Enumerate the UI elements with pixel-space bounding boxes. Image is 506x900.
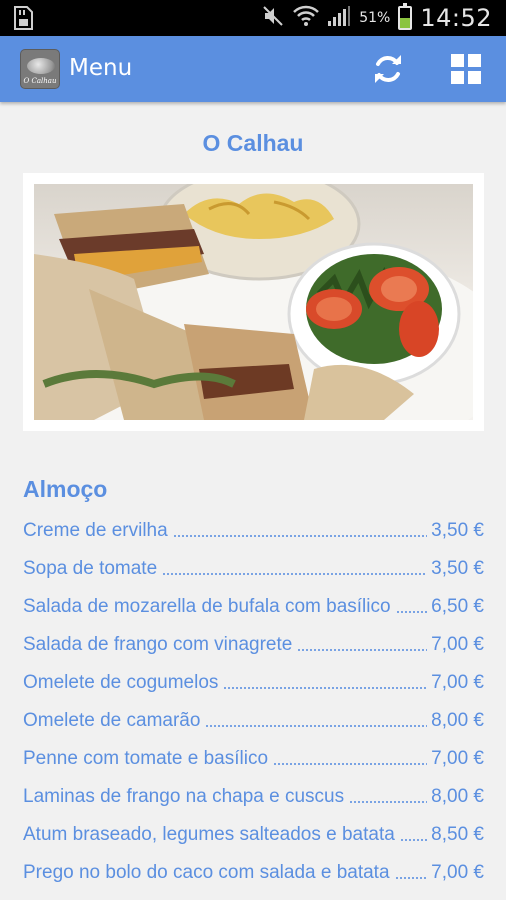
clock: 14:52 <box>420 4 492 32</box>
menu-item[interactable]: Penne com tomate e basílico 7,00 € <box>23 740 484 778</box>
logo-text: O Calhau <box>23 77 57 85</box>
menu-item[interactable]: Salada de frango com vinagrete 7,00 € <box>23 626 484 664</box>
menu-item-name: Salada de mozarella de bufala com basíli… <box>23 596 391 617</box>
menu-item-price: 3,50 € <box>431 520 484 541</box>
menu-item-name: Omelete de cogumelos <box>23 672 219 693</box>
dot-leader <box>395 609 428 615</box>
dot-leader <box>394 875 428 881</box>
menu-item-price: 8,00 € <box>431 710 484 731</box>
menu-item[interactable]: Salada de mozarella de bufala com basíli… <box>23 588 484 626</box>
signal-icon <box>327 5 351 31</box>
food-photo <box>34 184 473 420</box>
section-title: Almoço <box>23 476 108 502</box>
dot-leader <box>172 533 428 539</box>
menu-item-name: Salada de frango com vinagrete <box>23 634 293 655</box>
food-photo-frame <box>23 173 484 431</box>
dot-leader <box>223 685 428 691</box>
menu-item-name: Creme de ervilha <box>23 520 168 541</box>
dot-leader <box>399 837 428 843</box>
refresh-icon <box>375 55 401 83</box>
status-bar: 51% 14:52 <box>0 0 506 36</box>
menu-item[interactable]: Creme de ervilha 3,50 € <box>23 512 484 550</box>
battery-icon <box>398 3 413 30</box>
restaurant-name: O Calhau <box>202 130 304 156</box>
menu-item-name: Laminas de frango na chapa e cuscus <box>23 786 345 807</box>
menu-item[interactable]: Atum braseado, legumes salteados e batat… <box>23 816 484 854</box>
menu-item-price: 7,00 € <box>431 672 484 693</box>
wifi-icon <box>293 5 320 31</box>
menu-item-price: 8,50 € <box>431 824 484 845</box>
sd-card-icon <box>10 5 36 31</box>
refresh-button[interactable] <box>368 49 408 89</box>
mute-icon <box>261 4 285 32</box>
menu-item[interactable]: Omelete de camarão 8,00 € <box>23 702 484 740</box>
menu-item[interactable]: Omelete de cogumelos 7,00 € <box>23 664 484 702</box>
menu-item-name: Prego no bolo do caco com salada e batat… <box>23 862 390 883</box>
menu-item-price: 8,00 € <box>431 786 484 807</box>
menu-item-price: 6,50 € <box>431 596 484 617</box>
stone-icon <box>27 58 55 74</box>
dot-leader <box>273 761 428 767</box>
menu-item-price: 7,00 € <box>431 748 484 769</box>
grid-button[interactable] <box>446 49 486 89</box>
menu-item-name: Atum braseado, legumes salteados e batat… <box>23 824 395 845</box>
menu-item[interactable]: Sopa de tomate 3,50 € <box>23 550 484 588</box>
dot-leader <box>297 647 428 653</box>
menu-item-name: Penne com tomate e basílico <box>23 748 269 769</box>
menu-item-price: 7,00 € <box>431 634 484 655</box>
menu-item-price: 3,50 € <box>431 558 484 579</box>
app-logo[interactable]: O Calhau <box>20 49 60 89</box>
menu-list: Creme de ervilha 3,50 € Sopa de tomate 3,5… <box>23 512 484 892</box>
menu-item-name: Sopa de tomate <box>23 558 158 579</box>
action-bar: O Calhau Menu <box>0 36 506 102</box>
menu-item-name: Omelete de camarão <box>23 710 201 731</box>
dot-leader <box>349 799 428 805</box>
page-title: Menu <box>69 55 133 81</box>
battery-fill <box>400 17 411 28</box>
menu-item[interactable]: Prego no bolo do caco com salada e batat… <box>23 854 484 892</box>
dot-leader <box>205 723 428 729</box>
battery-percent: 51% <box>359 10 391 26</box>
menu-item-price: 7,00 € <box>431 862 484 883</box>
menu-item[interactable]: Laminas de frango na chapa e cuscus 8,00 … <box>23 778 484 816</box>
dot-leader <box>162 571 428 577</box>
grid-icon <box>451 54 481 84</box>
